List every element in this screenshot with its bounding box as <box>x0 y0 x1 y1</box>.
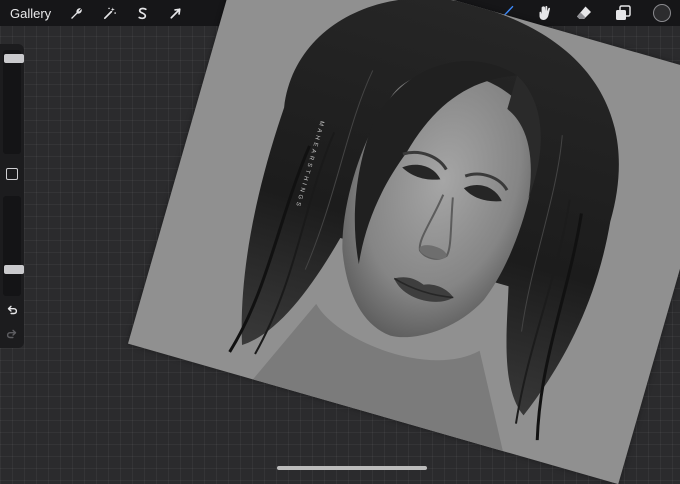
eraser-tool-button[interactable] <box>574 3 594 23</box>
eraser-icon <box>577 6 591 19</box>
opacity-slider-track[interactable] <box>3 196 24 296</box>
opacity-slider-thumb[interactable] <box>4 265 24 274</box>
color-button[interactable] <box>652 3 672 23</box>
transform-button[interactable] <box>164 2 186 24</box>
undo-icon <box>7 305 18 315</box>
brush-size-slider-track[interactable] <box>3 50 24 154</box>
selection-s-icon <box>138 7 147 19</box>
arrow-cursor-icon <box>170 7 181 19</box>
brush-size-slider-thumb[interactable] <box>4 54 24 63</box>
drawing-canvas[interactable] <box>127 0 680 484</box>
undo-button[interactable] <box>4 302 20 318</box>
layers-icon <box>616 5 631 20</box>
magic-wand-icon <box>103 6 116 19</box>
smudge-tool-button[interactable] <box>535 3 555 23</box>
layers-button[interactable] <box>613 3 633 23</box>
adjustments-button[interactable] <box>98 2 120 24</box>
left-sidebar <box>0 44 24 348</box>
portrait-artwork <box>228 0 619 452</box>
color-swatch <box>653 4 671 22</box>
wrench-icon <box>70 7 82 19</box>
actions-button[interactable] <box>65 2 87 24</box>
home-indicator <box>277 466 427 470</box>
modify-button[interactable] <box>6 168 18 180</box>
redo-icon <box>6 329 17 339</box>
smudge-icon <box>539 6 551 20</box>
redo-button[interactable] <box>4 326 20 342</box>
gallery-button[interactable]: Gallery <box>10 6 51 21</box>
selection-button[interactable] <box>131 2 153 24</box>
